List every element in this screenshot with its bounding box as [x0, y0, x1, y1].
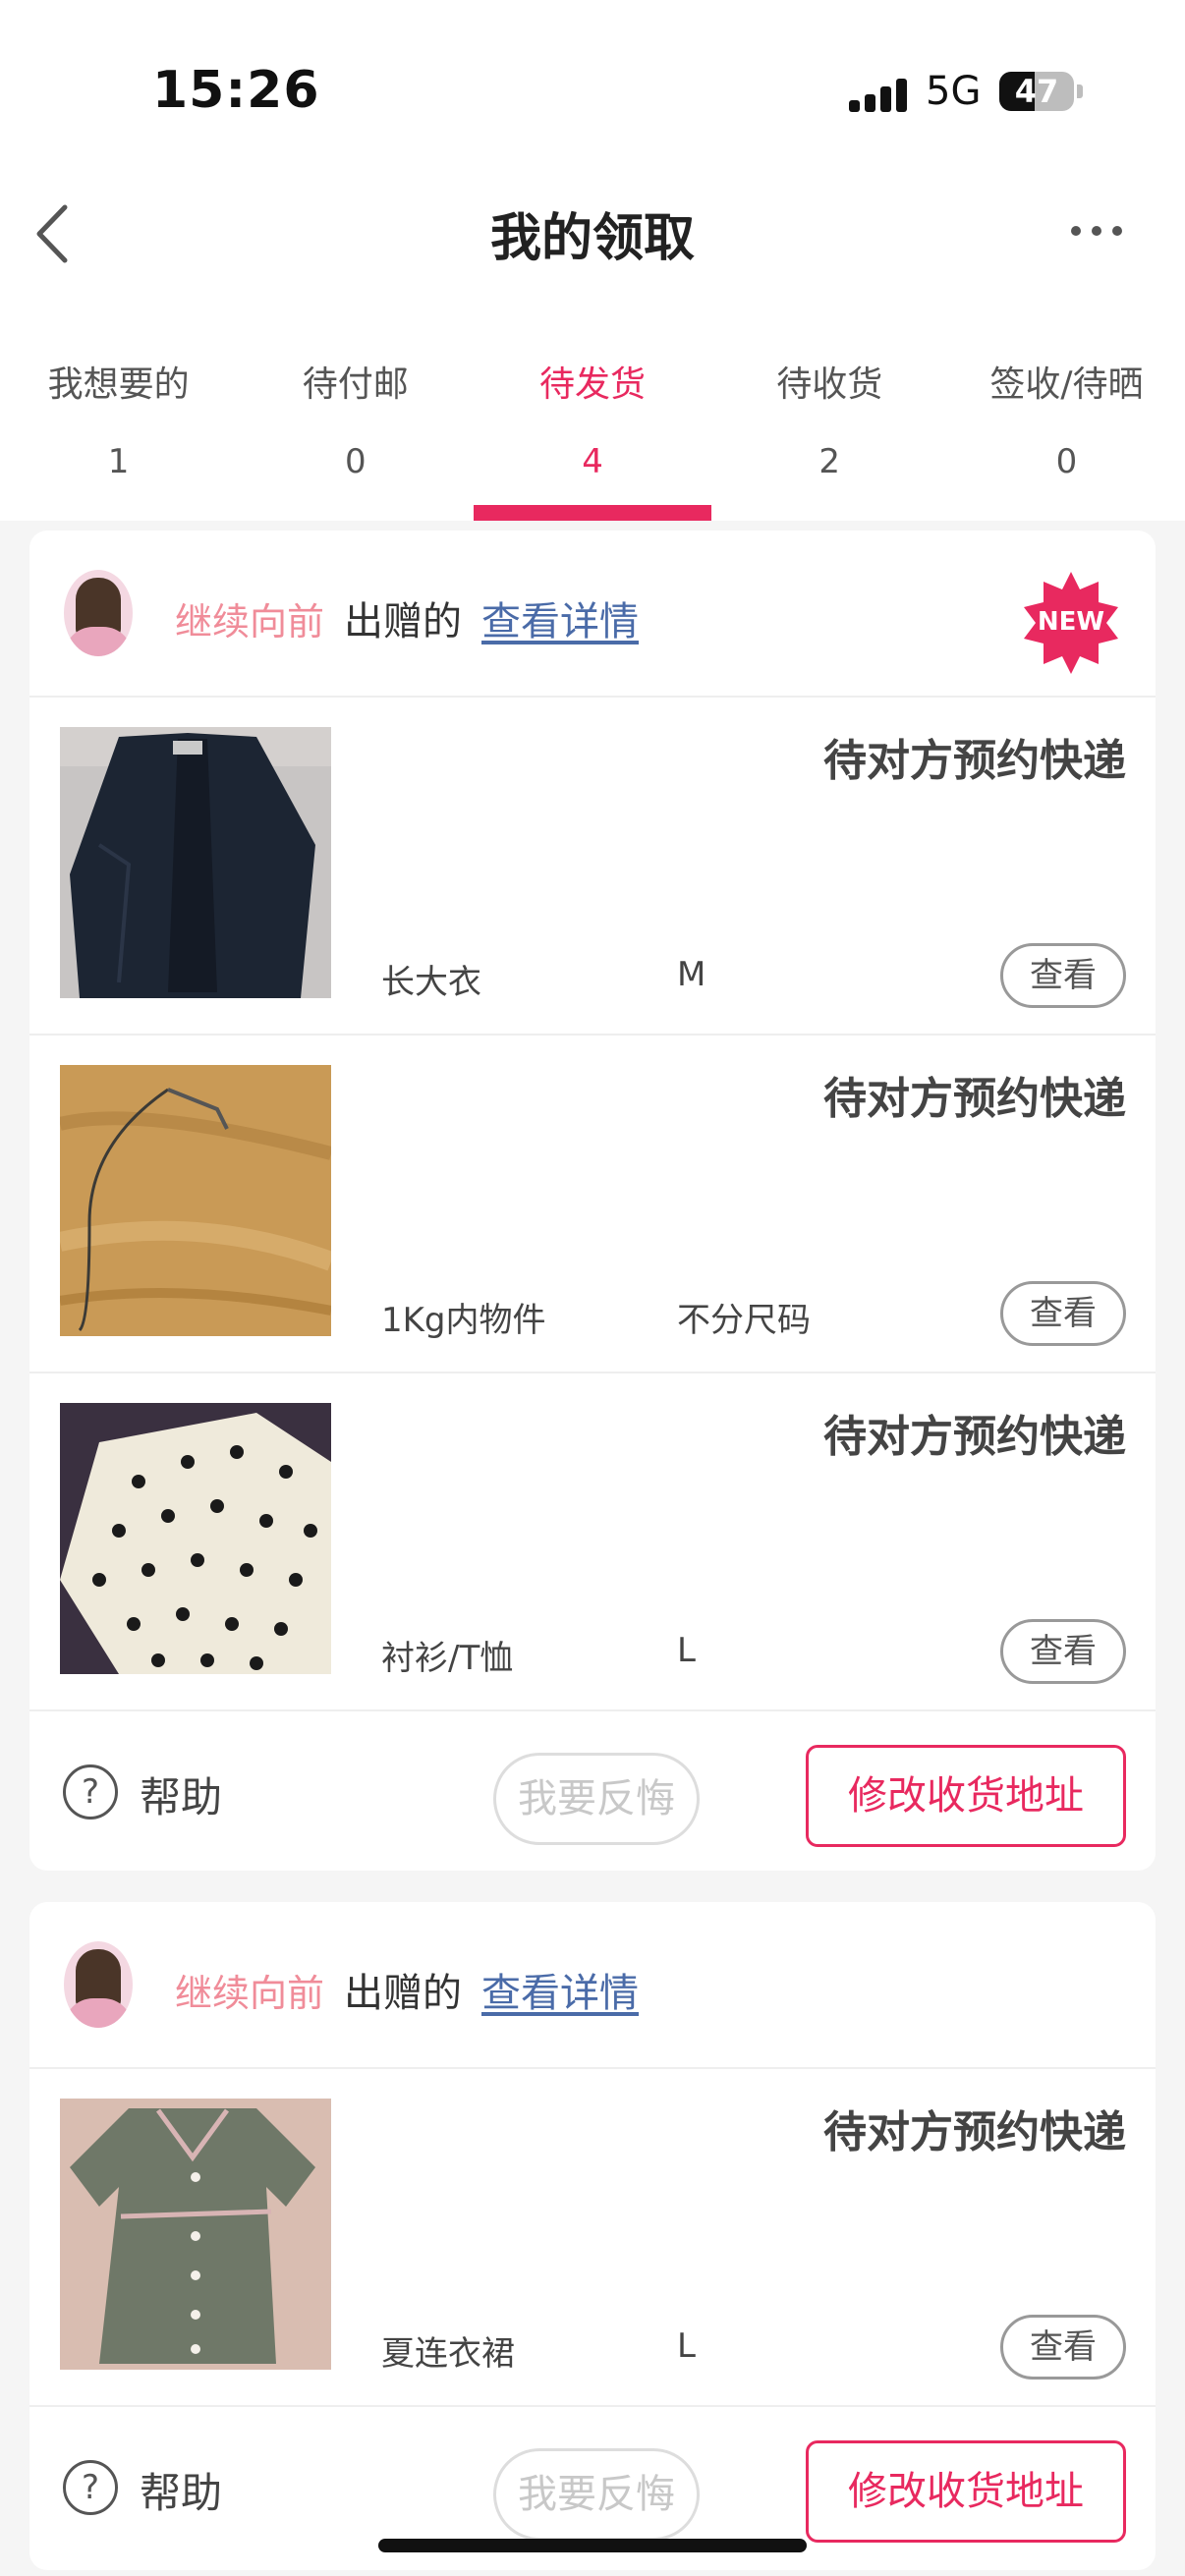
gave-label: 出赠的 — [344, 1971, 462, 2016]
dress-image — [60, 2099, 331, 2370]
order-item[interactable]: 待对方预约快递 衬衫/T恤 L 查看 — [29, 1373, 1156, 1711]
item-name: 1Kg内物件 — [381, 1301, 546, 1340]
tab-label: 签收/待晒 — [989, 364, 1144, 405]
donor-name[interactable]: 继续向前 — [175, 1963, 324, 2017]
header-area: 15:26 5G 47 我的领取 我想要的 1 待付邮 0 待发货 4 待收货 … — [0, 0, 1185, 521]
avatar[interactable] — [64, 570, 133, 656]
tab-pending-shipment[interactable]: 待发货 4 — [474, 344, 711, 521]
change-address-button[interactable]: 修改收货地址 — [806, 1745, 1126, 1847]
page-title: 我的领取 — [489, 209, 695, 268]
battery-icon: 47 — [999, 72, 1074, 111]
dress-thumbnail[interactable] — [60, 2099, 331, 2370]
help-icon[interactable]: ? — [63, 1764, 118, 1820]
order-card: 继续向前 出赠的 查看详情 NEW 待对方预约快递 长大衣 M 查看 待对方预约… — [29, 531, 1156, 1871]
new-badge: NEW — [1018, 570, 1124, 676]
item-size: M — [677, 955, 706, 994]
tab-label: 待发货 — [539, 364, 647, 405]
necklace-image — [60, 1065, 331, 1336]
view-button[interactable]: 查看 — [1000, 1281, 1126, 1346]
tab-count: 0 — [344, 442, 367, 481]
shirt-image — [60, 1403, 331, 1674]
order-card: 继续向前 出赠的 查看详情 待对方预约快递 夏连衣裙 L 查看 ? 帮助 我要反… — [29, 1902, 1156, 2570]
network-label: 5G — [926, 69, 982, 114]
help-label[interactable]: 帮助 — [140, 2460, 222, 2520]
tab-bar: 我想要的 1 待付邮 0 待发货 4 待收货 2 签收/待晒 0 — [0, 344, 1185, 521]
tab-label: 待收货 — [776, 364, 883, 405]
coat-image — [60, 727, 331, 998]
view-button[interactable]: 查看 — [1000, 1619, 1126, 1684]
view-button[interactable]: 查看 — [1000, 2315, 1126, 2380]
order-item[interactable]: 待对方预约快递 1Kg内物件 不分尺码 查看 — [29, 1036, 1156, 1373]
tab-count: 4 — [582, 442, 603, 481]
item-status: 待对方预约快递 — [823, 1412, 1126, 1462]
view-details-link[interactable]: 查看详情 — [481, 589, 639, 646]
shirt-thumbnail[interactable] — [60, 1403, 331, 1674]
item-status: 待对方预约快递 — [823, 2107, 1126, 2157]
regret-button[interactable]: 我要反悔 — [493, 2448, 700, 2541]
tab-count: 0 — [1055, 442, 1078, 481]
signal-icon — [849, 79, 908, 112]
tab-count: 1 — [107, 442, 130, 481]
item-size: L — [677, 1631, 696, 1670]
status-time: 15:26 — [152, 61, 320, 120]
battery-tip — [1077, 84, 1083, 98]
item-name: 衬衫/T恤 — [381, 1639, 514, 1678]
necklace-thumbnail[interactable] — [60, 1065, 331, 1336]
change-address-button[interactable]: 修改收货地址 — [806, 2440, 1126, 2543]
coat-thumbnail[interactable] — [60, 727, 331, 998]
order-header: 继续向前 出赠的 查看详情 NEW — [29, 531, 1156, 698]
gave-label: 出赠的 — [344, 599, 462, 644]
item-name: 夏连衣裙 — [381, 2334, 515, 2374]
donor-name[interactable]: 继续向前 — [175, 591, 324, 645]
tab-count: 2 — [818, 442, 841, 481]
tab-label: 待付邮 — [302, 364, 409, 405]
order-header: 继续向前 出赠的 查看详情 — [29, 1902, 1156, 2069]
view-button[interactable]: 查看 — [1000, 943, 1126, 1008]
help-icon[interactable]: ? — [63, 2460, 118, 2515]
tab-wanted[interactable]: 我想要的 1 — [0, 344, 237, 521]
order-item[interactable]: 待对方预约快递 长大衣 M 查看 — [29, 698, 1156, 1036]
avatar[interactable] — [64, 1941, 133, 2028]
regret-button[interactable]: 我要反悔 — [493, 1753, 700, 1845]
tab-pending-postage[interactable]: 待付邮 0 — [237, 344, 474, 521]
badge-text: NEW — [1037, 607, 1105, 637]
item-size: 不分尺码 — [677, 1301, 811, 1340]
more-button[interactable] — [1067, 216, 1126, 246]
help-label[interactable]: 帮助 — [140, 1764, 222, 1824]
order-footer: ? 帮助 我要反悔 修改收货地址 — [29, 1711, 1156, 1871]
item-size: L — [677, 2326, 696, 2366]
tab-pending-receipt[interactable]: 待收货 2 — [711, 344, 948, 521]
tab-label: 我想要的 — [47, 364, 190, 405]
item-status: 待对方预约快递 — [823, 736, 1126, 786]
view-details-link[interactable]: 查看详情 — [481, 1961, 639, 2018]
tab-signed[interactable]: 签收/待晒 0 — [948, 344, 1185, 521]
battery-level: 47 — [1014, 73, 1059, 110]
order-item[interactable]: 待对方预约快递 夏连衣裙 L 查看 — [29, 2069, 1156, 2407]
home-indicator[interactable] — [378, 2539, 807, 2552]
item-status: 待对方预约快递 — [823, 1074, 1126, 1124]
item-name: 长大衣 — [381, 963, 481, 1002]
